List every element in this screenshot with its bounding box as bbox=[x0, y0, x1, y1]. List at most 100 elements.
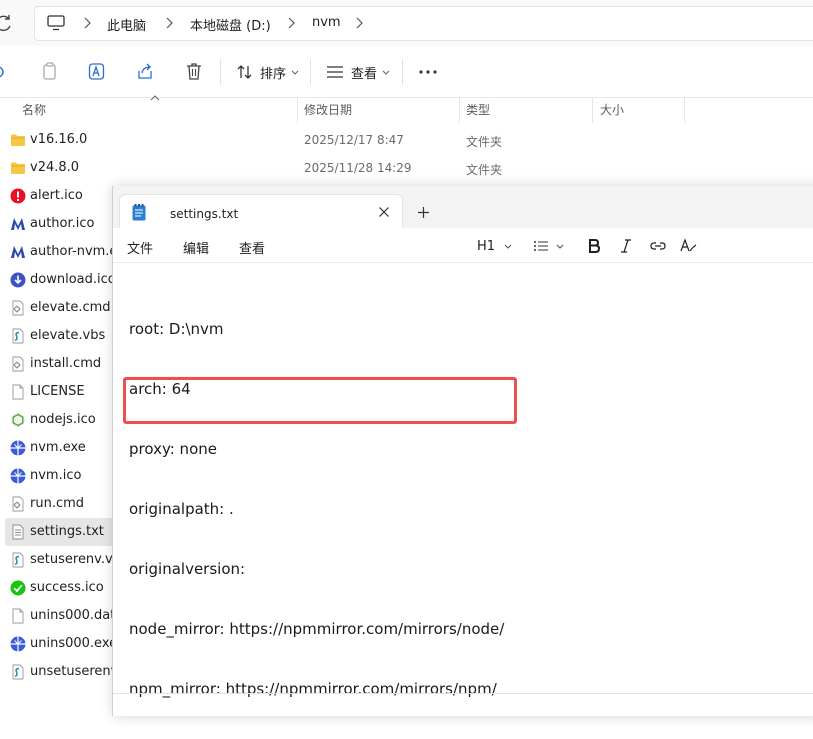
column-size[interactable]: 大小 bbox=[600, 101, 624, 118]
file-name: alert.ico bbox=[30, 188, 83, 203]
chevron-down-icon bbox=[291, 70, 299, 75]
sort-icon bbox=[237, 65, 252, 79]
notepad-editor[interactable]: root: D:\nvm arch: 64 proxy: none origin… bbox=[129, 279, 504, 739]
heading-label: H1 bbox=[477, 238, 496, 254]
copy-icon[interactable] bbox=[41, 61, 59, 83]
sort-button[interactable]: 排序 bbox=[236, 61, 300, 83]
list-dropdown[interactable] bbox=[533, 237, 565, 255]
nvm-icon bbox=[10, 636, 26, 652]
column-divider[interactable] bbox=[297, 97, 298, 123]
file-row[interactable]: v16.16.0 2025/12/17 8:47 文件夹 bbox=[0, 126, 813, 154]
file-name: install.cmd bbox=[30, 356, 102, 371]
file-name: success.ico bbox=[30, 580, 104, 595]
chevron-down-icon bbox=[504, 244, 512, 249]
menu-edit[interactable]: 编辑 bbox=[183, 238, 209, 257]
file-type: 文件夹 bbox=[466, 135, 503, 149]
delete-icon[interactable] bbox=[185, 61, 203, 83]
column-divider[interactable] bbox=[592, 97, 593, 123]
sort-ascending-icon bbox=[150, 95, 160, 101]
script-file-icon bbox=[12, 664, 24, 680]
highlight-annotation-box bbox=[123, 377, 517, 424]
notepad-tab[interactable]: settings.txt bbox=[119, 194, 403, 230]
nvm-icon bbox=[10, 440, 26, 456]
rename-icon[interactable] bbox=[88, 61, 106, 83]
column-divider[interactable] bbox=[684, 97, 685, 123]
text-line: root: D:\nvm bbox=[129, 320, 224, 338]
status-bar-divider bbox=[113, 693, 813, 694]
blank-file-icon bbox=[12, 608, 24, 624]
breadcrumb-this-pc[interactable]: 此电脑 bbox=[107, 15, 146, 34]
folder-icon bbox=[11, 134, 25, 146]
column-date[interactable]: 修改日期 bbox=[304, 101, 352, 118]
script-file-icon bbox=[12, 552, 24, 568]
file-name: settings.txt bbox=[30, 524, 104, 539]
breadcrumb-nvm[interactable]: nvm bbox=[312, 15, 341, 30]
toolbar-divider bbox=[310, 59, 311, 85]
chevron-down-icon bbox=[556, 244, 564, 249]
column-type[interactable]: 类型 bbox=[466, 101, 490, 118]
cut-icon[interactable] bbox=[0, 61, 10, 83]
text-line: originalversion: bbox=[129, 560, 246, 578]
notepad-menubar: 文件 编辑 查看 H1 bbox=[113, 228, 813, 263]
author-icon bbox=[11, 246, 25, 258]
file-name: elevate.cmd bbox=[30, 300, 111, 315]
view-button[interactable]: 查看 bbox=[326, 61, 391, 83]
chevron-down-icon bbox=[382, 70, 390, 75]
download-icon bbox=[10, 272, 26, 288]
file-name: LICENSE bbox=[30, 384, 85, 399]
blank-file-icon bbox=[12, 384, 24, 400]
file-name: author.ico bbox=[30, 216, 95, 231]
address-bar: 此电脑 本地磁盘 (D:) nvm bbox=[0, 0, 813, 46]
refresh-icon[interactable] bbox=[0, 13, 14, 33]
toolbar-divider bbox=[402, 59, 403, 85]
nvm-icon bbox=[10, 468, 26, 484]
address-box[interactable]: 此电脑 本地磁盘 (D:) nvm bbox=[34, 6, 813, 41]
file-name: run.cmd bbox=[30, 496, 85, 511]
cmd-file-icon bbox=[12, 356, 24, 372]
file-name: v24.8.0 bbox=[30, 160, 80, 175]
notepad-tab-title: settings.txt bbox=[170, 207, 239, 221]
file-row[interactable]: v24.8.0 2025/11/28 14:29 文件夹 bbox=[0, 154, 813, 182]
chevron-right-icon bbox=[356, 17, 363, 29]
author-icon bbox=[11, 218, 25, 230]
command-bar: 排序 查看 bbox=[0, 47, 813, 98]
file-name: v16.16.0 bbox=[30, 132, 88, 147]
cmd-file-icon bbox=[12, 300, 24, 316]
script-file-icon bbox=[12, 328, 24, 344]
heading-dropdown[interactable]: H1 bbox=[477, 237, 513, 255]
file-name: elevate.vbs bbox=[30, 328, 106, 343]
chevron-right-icon bbox=[166, 17, 173, 29]
new-tab-icon[interactable] bbox=[417, 206, 430, 219]
menu-file[interactable]: 文件 bbox=[127, 238, 153, 257]
clear-formatting-icon[interactable] bbox=[680, 237, 698, 255]
file-name: unins000.exe bbox=[30, 636, 118, 651]
bold-icon[interactable] bbox=[588, 237, 600, 255]
file-name: unins000.dat bbox=[30, 608, 116, 623]
text-line: npm_mirror: https://npmmirror.com/mirror… bbox=[129, 680, 497, 698]
notepad-window: settings.txt 文件 编辑 查看 H1 root: D:\nvm ar… bbox=[113, 186, 813, 716]
share-icon[interactable] bbox=[136, 61, 154, 83]
success-icon bbox=[10, 580, 26, 596]
menu-view[interactable]: 查看 bbox=[239, 238, 265, 257]
bulleted-list-icon bbox=[534, 241, 548, 251]
file-name: download.ico bbox=[30, 272, 116, 287]
file-date: 2025/11/28 14:29 bbox=[304, 161, 412, 175]
text-line: proxy: none bbox=[129, 440, 217, 458]
file-name: nvm.ico bbox=[30, 468, 82, 483]
column-divider[interactable] bbox=[459, 97, 460, 123]
nodejs-icon bbox=[11, 413, 25, 427]
cmd-file-icon bbox=[12, 496, 24, 512]
view-list-icon bbox=[327, 66, 343, 78]
sort-label: 排序 bbox=[260, 66, 287, 82]
file-name: nodejs.ico bbox=[30, 412, 96, 427]
chevron-right-icon bbox=[84, 17, 91, 29]
alert-icon bbox=[10, 188, 26, 204]
italic-icon[interactable] bbox=[620, 237, 632, 255]
link-icon[interactable] bbox=[649, 237, 667, 255]
more-options-icon[interactable] bbox=[418, 61, 438, 83]
breadcrumb-local-disk[interactable]: 本地磁盘 (D:) bbox=[190, 15, 271, 34]
close-tab-icon[interactable] bbox=[378, 206, 390, 218]
view-label: 查看 bbox=[351, 66, 378, 82]
column-name[interactable]: 名称 bbox=[22, 101, 46, 118]
text-file-icon bbox=[12, 524, 24, 540]
